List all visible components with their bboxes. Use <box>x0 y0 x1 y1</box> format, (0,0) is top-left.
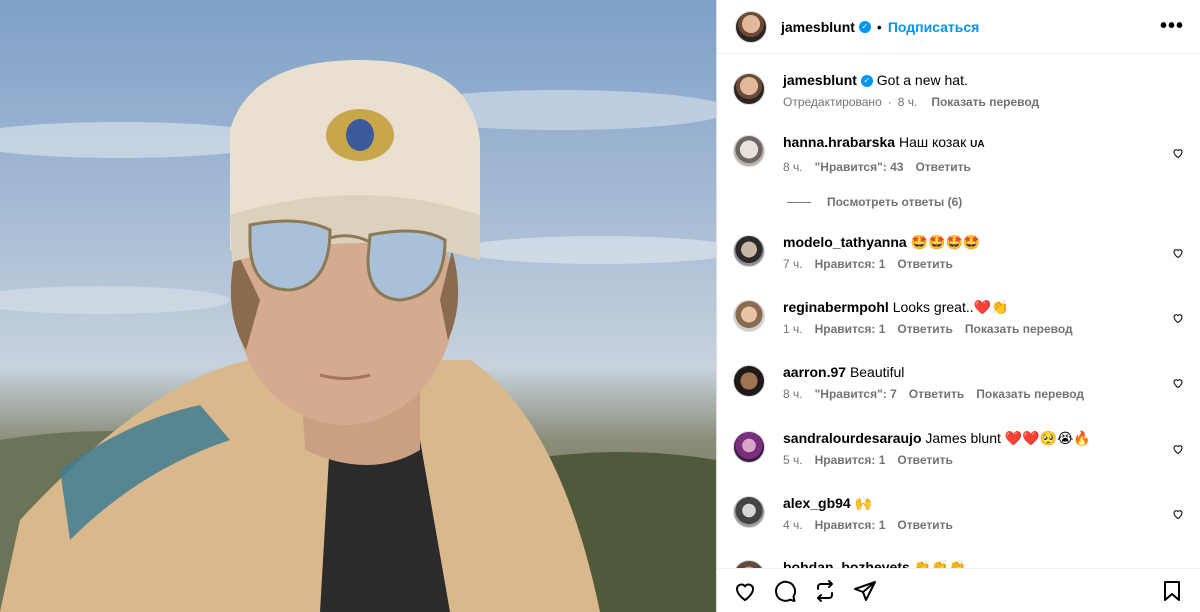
comment-username[interactable]: hanna.hrabarska <box>783 134 895 150</box>
show-translation-link[interactable]: Показать перевод <box>965 322 1073 336</box>
comment-row: hanna.hrabarska Наш козак UA 8 ч. "Нрави… <box>733 133 1190 174</box>
more-options-icon[interactable]: ••• <box>1160 15 1184 38</box>
comments-list[interactable]: jamesblunt ✓ Got a new hat. Отредактирова… <box>717 55 1200 568</box>
comment-text: James blunt ❤️❤️🥺😭🔥 <box>925 430 1091 446</box>
comment-time: 8 ч. <box>783 160 803 174</box>
comment-row: bohdan_bozhevets 👏👏👏 <box>733 558 1190 568</box>
verified-badge-icon: ✓ <box>858 20 871 33</box>
comment-text: Looks great..❤️👏 <box>892 299 1009 315</box>
comment-username[interactable]: reginabermpohl <box>783 299 889 315</box>
comment-time: 8 ч. <box>783 387 803 401</box>
comment-text: Наш козак <box>898 134 967 150</box>
comment-likes[interactable]: "Нравится": 43 <box>815 160 904 174</box>
comment-username[interactable]: alex_gb94 <box>783 495 851 511</box>
view-replies-label: Посмотреть ответы (6) <box>827 195 963 209</box>
reply-link[interactable]: Ответить <box>897 453 952 467</box>
show-translation-link[interactable]: Показать перевод <box>931 95 1039 109</box>
comment-time: 4 ч. <box>783 518 803 532</box>
show-translation-link[interactable]: Показать перевод <box>976 387 1084 401</box>
author-username[interactable]: jamesblunt <box>781 19 855 35</box>
post-header: jamesblunt ✓ • Подписаться ••• <box>717 0 1200 54</box>
post-details-panel: jamesblunt ✓ • Подписаться ••• jamesblun… <box>716 0 1200 612</box>
author-avatar[interactable] <box>735 10 767 43</box>
commenter-avatar[interactable] <box>733 235 765 267</box>
caption-text: Got a new hat. <box>876 72 968 88</box>
comment-text: 👏👏👏 <box>913 559 966 568</box>
post-viewer: jamesblunt ✓ • Подписаться ••• jamesblun… <box>0 0 1200 612</box>
comment-likes[interactable]: "Нравится": 7 <box>815 387 897 401</box>
comment-username[interactable]: sandralourdesaraujo <box>783 430 922 446</box>
comment-likes[interactable]: Нравится: 1 <box>815 453 886 467</box>
reply-link[interactable]: Ответить <box>897 257 952 271</box>
comment-username[interactable]: bohdan_bozhevets <box>783 559 910 568</box>
selfie-illustration <box>0 60 716 612</box>
author-avatar[interactable] <box>733 73 765 105</box>
share-icon[interactable] <box>813 579 837 603</box>
separator-dot: • <box>876 18 882 35</box>
flag-tag: UA <box>970 139 985 150</box>
like-comment-heart-icon[interactable] <box>1172 443 1184 455</box>
commenter-avatar[interactable] <box>733 496 765 528</box>
caption-username[interactable]: jamesblunt <box>783 72 857 88</box>
like-comment-heart-icon[interactable] <box>1172 312 1184 324</box>
comment-likes[interactable]: Нравится: 1 <box>815 518 886 532</box>
reply-link[interactable]: Ответить <box>915 160 970 174</box>
like-comment-heart-icon[interactable] <box>1172 147 1184 159</box>
commenter-avatar[interactable] <box>733 300 765 332</box>
comment-text: 🙌 <box>854 495 873 511</box>
comment-likes[interactable]: Нравится: 1 <box>815 257 886 271</box>
comment-time: 1 ч. <box>783 322 803 336</box>
comment-row: reginabermpohl Looks great..❤️👏 1 ч. Нра… <box>733 298 1190 336</box>
comment-row: alex_gb94 🙌 4 ч. Нравится: 1 Ответить <box>733 494 1190 532</box>
like-comment-heart-icon[interactable] <box>1172 247 1184 259</box>
commenter-avatar[interactable] <box>733 431 765 463</box>
comment-time: 7 ч. <box>783 257 803 271</box>
edited-label: Отредактировано <box>783 95 882 109</box>
reply-link[interactable]: Ответить <box>897 322 952 336</box>
caption-time: 8 ч. <box>897 95 918 109</box>
comment-text: Beautiful <box>849 364 905 380</box>
like-comment-heart-icon[interactable] <box>1172 508 1184 520</box>
comment-row: modelo_tathyanna 🤩🤩🤩🤩 7 ч. Нравится: 1 О… <box>733 233 1190 271</box>
replies-divider <box>787 201 811 203</box>
reply-link[interactable]: Ответить <box>897 518 952 532</box>
verified-badge-icon: ✓ <box>860 75 873 88</box>
comment-row: sandralourdesaraujo James blunt ❤️❤️🥺😭🔥 … <box>733 429 1190 467</box>
post-actions-bar <box>717 568 1200 612</box>
post-photo[interactable] <box>0 0 716 612</box>
comment-time: 5 ч. <box>783 453 803 467</box>
send-icon[interactable] <box>853 579 877 603</box>
comment-likes[interactable]: Нравится: 1 <box>815 322 886 336</box>
commenter-avatar[interactable] <box>733 135 765 167</box>
comment-username[interactable]: aarron.97 <box>783 364 846 380</box>
view-replies-button[interactable]: Посмотреть ответы (6) <box>787 195 962 209</box>
commenter-avatar[interactable] <box>733 560 765 568</box>
commenter-avatar[interactable] <box>733 365 765 397</box>
separator-dot: · <box>887 95 892 109</box>
like-comment-heart-icon[interactable] <box>1172 377 1184 389</box>
follow-button[interactable]: Подписаться <box>888 19 980 35</box>
heart-icon[interactable] <box>733 579 757 603</box>
comment-row: aarron.97 Beautiful 8 ч. "Нравится": 7 О… <box>733 363 1190 401</box>
caption-row: jamesblunt ✓ Got a new hat. Отредактирова… <box>733 71 1190 109</box>
comment-text: 🤩🤩🤩🤩 <box>910 234 981 250</box>
bookmark-icon[interactable] <box>1160 579 1184 603</box>
comment-username[interactable]: modelo_tathyanna <box>783 234 907 250</box>
comment-icon[interactable] <box>773 579 797 603</box>
reply-link[interactable]: Ответить <box>909 387 964 401</box>
